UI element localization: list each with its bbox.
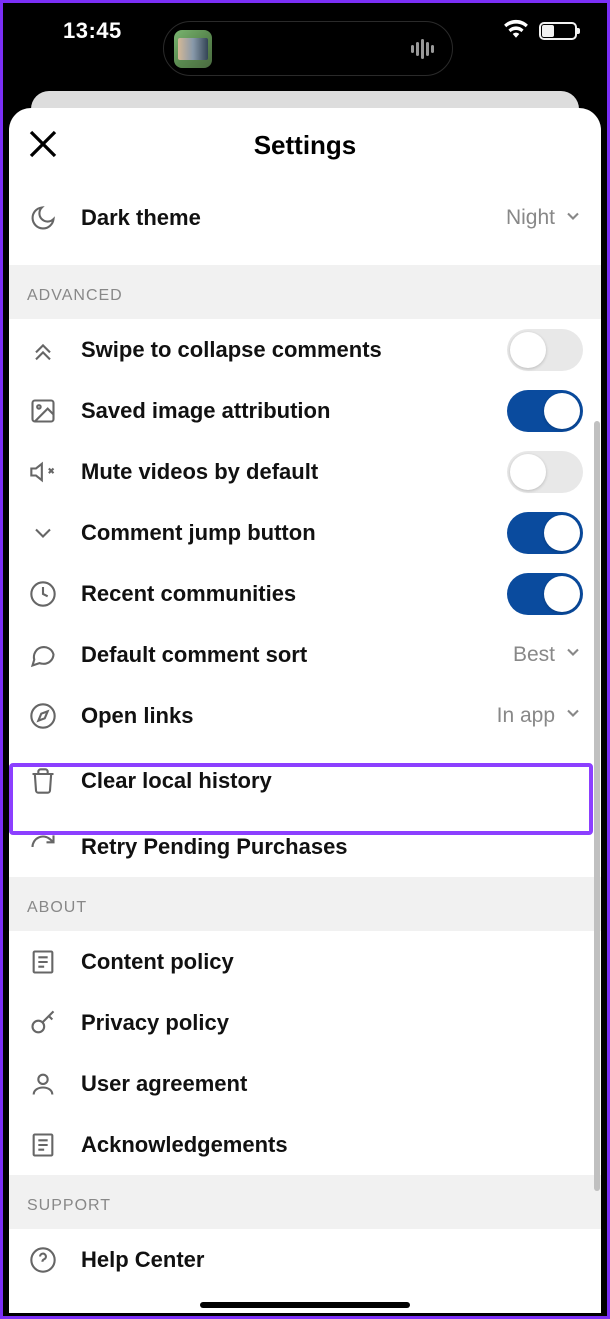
key-icon bbox=[27, 1007, 59, 1039]
collapse-icon bbox=[27, 334, 59, 366]
island-app-icon bbox=[174, 30, 212, 68]
comment-icon bbox=[27, 639, 59, 671]
row-saved-attribution[interactable]: Saved image attribution bbox=[9, 380, 601, 441]
row-label: Recent communities bbox=[81, 581, 507, 607]
sheet-header: Settings bbox=[9, 108, 601, 183]
row-open-links[interactable]: Open links In app bbox=[9, 685, 601, 746]
toggle-mute-videos[interactable] bbox=[507, 451, 583, 493]
row-swipe-collapse[interactable]: Swipe to collapse comments bbox=[9, 319, 601, 380]
row-value: Night bbox=[506, 206, 555, 230]
row-label: Acknowledgements bbox=[81, 1132, 583, 1158]
mute-icon bbox=[27, 456, 59, 488]
battery-icon bbox=[539, 22, 577, 40]
row-label: Swipe to collapse comments bbox=[81, 337, 507, 363]
row-label: Clear local history bbox=[81, 768, 583, 794]
row-label: Mute videos by default bbox=[81, 459, 507, 485]
row-mute-videos[interactable]: Mute videos by default bbox=[9, 441, 601, 502]
row-label: Content policy bbox=[81, 949, 583, 975]
row-label: Default comment sort bbox=[81, 642, 513, 668]
compass-icon bbox=[27, 700, 59, 732]
row-content-policy[interactable]: Content policy bbox=[9, 931, 601, 992]
toggle-comment-jump[interactable] bbox=[507, 512, 583, 554]
row-label: Open links bbox=[81, 703, 497, 729]
row-help-center[interactable]: Help Center bbox=[9, 1229, 601, 1290]
dynamic-island[interactable] bbox=[163, 21, 453, 76]
row-label: Dark theme bbox=[81, 205, 506, 231]
image-icon bbox=[27, 395, 59, 427]
toggle-recent-communities[interactable] bbox=[507, 573, 583, 615]
moon-icon bbox=[27, 202, 59, 234]
document-icon bbox=[27, 1129, 59, 1161]
row-clear-history[interactable]: Clear local history bbox=[9, 746, 601, 816]
row-label: Retry Pending Purchases bbox=[81, 834, 583, 860]
toggle-swipe-collapse[interactable] bbox=[507, 329, 583, 371]
wifi-icon bbox=[503, 18, 529, 43]
refresh-icon bbox=[27, 831, 59, 863]
chevron-down-icon bbox=[27, 517, 59, 549]
user-icon bbox=[27, 1068, 59, 1100]
section-advanced: ADVANCED bbox=[9, 265, 601, 319]
row-label: Comment jump button bbox=[81, 520, 507, 546]
row-dark-theme[interactable]: Dark theme Night bbox=[9, 183, 601, 265]
row-user-agreement[interactable]: User agreement bbox=[9, 1053, 601, 1114]
row-label: User agreement bbox=[81, 1071, 583, 1097]
help-icon bbox=[27, 1244, 59, 1276]
row-comment-jump[interactable]: Comment jump button bbox=[9, 502, 601, 563]
close-button[interactable] bbox=[25, 126, 61, 162]
section-about: ABOUT bbox=[9, 877, 601, 931]
row-recent-communities[interactable]: Recent communities bbox=[9, 563, 601, 624]
row-label: Saved image attribution bbox=[81, 398, 507, 424]
home-indicator[interactable] bbox=[200, 1302, 410, 1308]
clock-icon bbox=[27, 578, 59, 610]
row-label: Help Center bbox=[81, 1247, 583, 1273]
chevron-down-icon bbox=[563, 206, 583, 231]
toggle-saved-attribution[interactable] bbox=[507, 390, 583, 432]
row-privacy-policy[interactable]: Privacy policy bbox=[9, 992, 601, 1053]
status-time: 13:45 bbox=[63, 18, 122, 44]
row-value: In app bbox=[497, 704, 555, 728]
row-acknowledgements[interactable]: Acknowledgements bbox=[9, 1114, 601, 1175]
trash-icon bbox=[27, 765, 59, 797]
row-value: Best bbox=[513, 643, 555, 667]
row-label: Privacy policy bbox=[81, 1010, 583, 1036]
section-support: SUPPORT bbox=[9, 1175, 601, 1229]
row-default-sort[interactable]: Default comment sort Best bbox=[9, 624, 601, 685]
scrollbar[interactable] bbox=[594, 421, 600, 1191]
row-retry-purchases[interactable]: Retry Pending Purchases bbox=[9, 816, 601, 877]
chevron-down-icon bbox=[563, 703, 583, 728]
chevron-down-icon bbox=[563, 642, 583, 667]
audio-wave-icon bbox=[411, 39, 434, 59]
document-icon bbox=[27, 946, 59, 978]
settings-sheet: Settings Dark theme Night ADVANCED Swipe… bbox=[9, 108, 601, 1313]
page-title: Settings bbox=[254, 130, 357, 161]
